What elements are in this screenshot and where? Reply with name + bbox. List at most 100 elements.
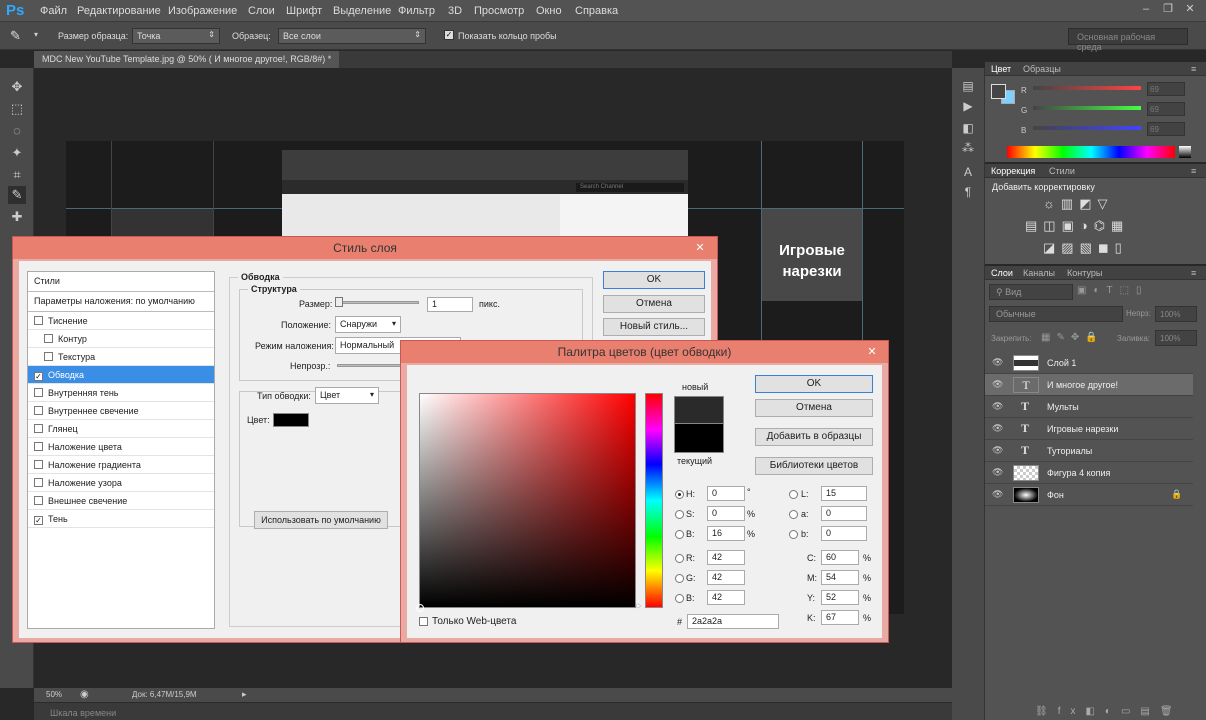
checkbox[interactable] <box>44 334 53 343</box>
blend-mode-select[interactable]: Обычные <box>989 306 1123 322</box>
style-item-stroke[interactable]: ✓ Обводка <box>28 366 214 384</box>
style-item-gradient-overlay[interactable]: Наложение градиента <box>28 456 214 474</box>
radio-blue[interactable] <box>675 594 684 603</box>
position-select[interactable]: Снаружи ▾ <box>335 316 401 333</box>
radio-r[interactable] <box>675 554 684 563</box>
style-item-bevel[interactable]: Тиснение <box>28 312 214 330</box>
color-spectrum[interactable] <box>1007 146 1175 158</box>
ok-button[interactable]: OK <box>603 271 705 289</box>
s-input[interactable]: 0 <box>707 506 745 521</box>
properties-icon[interactable]: ◧ <box>960 120 976 136</box>
ok-button[interactable]: OK <box>755 375 873 393</box>
menu-image[interactable]: Изображение <box>168 5 237 17</box>
status-arrow-icon[interactable]: ▸ <box>242 689 247 700</box>
layer-row[interactable]: 👁 Фигура 4 копия <box>985 462 1193 484</box>
layer-row[interactable]: 👁 T Игровые нарезки <box>985 418 1193 440</box>
layer-kind-filter[interactable]: ⚲ Вид <box>989 284 1073 300</box>
visibility-eye-icon[interactable]: 👁 <box>992 380 1003 389</box>
minimize-icon[interactable]: – <box>1140 3 1152 15</box>
new-style-button[interactable]: Новый стиль... <box>603 318 705 336</box>
magic-wand-tool-icon[interactable]: ✦ <box>8 144 26 162</box>
paragraph-icon[interactable]: ¶ <box>960 184 976 200</box>
cancel-button[interactable]: Отмена <box>755 399 873 417</box>
opacity-value[interactable]: 100% <box>1155 306 1197 322</box>
cancel-button[interactable]: Отмена <box>603 295 705 313</box>
fill-value[interactable]: 100% <box>1155 330 1197 346</box>
menu-select[interactable]: Выделение <box>333 5 391 17</box>
tab-layers[interactable]: Слои <box>991 268 1013 278</box>
sample-size-select[interactable]: Точка ⇕ <box>132 28 220 44</box>
menu-type[interactable]: Шрифт <box>286 5 322 17</box>
layer-style-title[interactable]: Стиль слоя <box>13 237 717 259</box>
radio-b[interactable] <box>675 530 684 539</box>
add-to-swatches-button[interactable]: Добавить в образцы <box>755 428 873 446</box>
use-default-button[interactable]: Использовать по умолчанию <box>254 511 388 529</box>
layer-row[interactable]: 👁 T Туториалы <box>985 440 1193 462</box>
timeline-panel[interactable]: Шкала времени <box>34 702 952 720</box>
style-item-color-overlay[interactable]: Наложение цвета <box>28 438 214 456</box>
bw-ramp[interactable] <box>1179 146 1191 158</box>
layer-row[interactable]: 👁 T И многое другое! <box>985 374 1193 396</box>
zoom-level[interactable]: 50% <box>46 690 62 699</box>
m-input[interactable]: 54 <box>821 570 859 585</box>
visibility-eye-icon[interactable]: 👁 <box>992 424 1003 433</box>
slider-r[interactable] <box>1033 86 1141 90</box>
close-icon[interactable]: ✕ <box>689 240 711 256</box>
panel-menu-icon[interactable]: ≡ <box>1191 268 1196 278</box>
status-menu-icon[interactable]: ◉ <box>80 689 89 700</box>
menu-3d[interactable]: 3D <box>448 5 462 17</box>
close-icon[interactable]: ✕ <box>861 344 883 360</box>
channel-r-value[interactable]: 69 <box>1147 82 1185 96</box>
move-tool-icon[interactable]: ✥ <box>8 78 26 96</box>
checkbox-checked[interactable]: ✓ <box>34 516 43 525</box>
tab-adjustments[interactable]: Коррекция <box>991 166 1035 176</box>
blend-options-item[interactable]: Параметры наложения: по умолчанию <box>28 292 214 312</box>
fill-type-select[interactable]: Цвет ▾ <box>315 387 379 404</box>
radio-s[interactable] <box>675 510 684 519</box>
visibility-eye-icon[interactable]: 👁 <box>992 446 1003 455</box>
b-input[interactable]: 16 <box>707 526 745 541</box>
layer-row[interactable]: 👁 Фон 🔒 <box>985 484 1193 506</box>
k-input[interactable]: 67 <box>821 610 859 625</box>
style-item-inner-shadow[interactable]: Внутренняя тень <box>28 384 214 402</box>
l-input[interactable]: 15 <box>821 486 867 501</box>
checkbox[interactable] <box>34 496 43 505</box>
eyedropper-tool-icon[interactable]: ✎ <box>8 186 26 204</box>
opacity-slider[interactable] <box>337 364 401 367</box>
size-slider-thumb[interactable] <box>335 297 343 307</box>
blue-input[interactable]: 42 <box>707 590 745 605</box>
crop-tool-icon[interactable]: ⌗ <box>8 166 26 184</box>
web-only-checkbox[interactable] <box>419 617 428 626</box>
visibility-eye-icon[interactable]: 👁 <box>992 490 1003 499</box>
menu-help[interactable]: Справка <box>575 5 618 17</box>
current-color-swatch[interactable] <box>674 424 724 453</box>
layer-row[interactable]: 👁 Слой 1 <box>985 352 1193 374</box>
style-item-drop-shadow[interactable]: ✓ Тень <box>28 510 214 528</box>
history-icon[interactable]: ▤ <box>960 78 976 94</box>
a-input[interactable]: 0 <box>821 506 867 521</box>
tab-paths[interactable]: Контуры <box>1067 268 1102 278</box>
document-tab[interactable]: MDC New YouTube Template.jpg @ 50% ( И м… <box>34 51 340 68</box>
show-ring-checkbox[interactable]: ✓ <box>444 30 454 40</box>
radio-h[interactable] <box>675 490 684 499</box>
style-item-inner-glow[interactable]: Внутреннее свечение <box>28 402 214 420</box>
brush-presets-icon[interactable]: ⁂ <box>960 140 976 156</box>
checkbox[interactable] <box>34 478 43 487</box>
lasso-tool-icon[interactable]: ◌ <box>8 122 26 140</box>
actions-play-icon[interactable]: ▶ <box>960 98 976 114</box>
layer-row[interactable]: 👁 T Мульты <box>985 396 1193 418</box>
filter-icons[interactable]: ▣◐T⬚▯ <box>1077 285 1149 296</box>
checkbox[interactable] <box>34 316 43 325</box>
c-input[interactable]: 60 <box>821 550 859 565</box>
tab-swatches[interactable]: Образцы <box>1023 64 1061 74</box>
layers-footer-icons[interactable]: ⛓fx◧◐▭▤🗑 <box>1035 706 1183 717</box>
workspace-select[interactable]: Основная рабочая среда <box>1068 28 1188 52</box>
radio-lab-b[interactable] <box>789 530 798 539</box>
style-item-pattern-overlay[interactable]: Наложение узора <box>28 474 214 492</box>
slider-b[interactable] <box>1033 126 1141 130</box>
foreground-swatch[interactable] <box>991 84 1006 99</box>
menu-view[interactable]: Просмотр <box>474 5 524 17</box>
adjustment-icons-row-1[interactable]: ☼▥◩▽ <box>1043 196 1113 212</box>
color-picker-title[interactable]: Палитра цветов (цвет обводки) <box>401 341 888 363</box>
checkbox[interactable] <box>44 352 53 361</box>
